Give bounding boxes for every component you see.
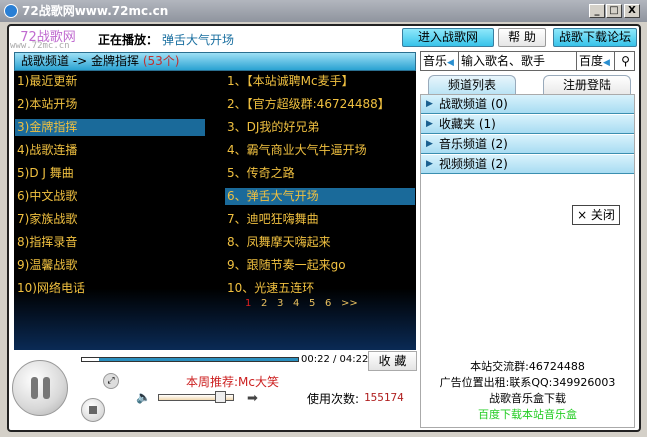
close-button[interactable]: X bbox=[624, 4, 640, 18]
help-button[interactable]: 帮 助 bbox=[498, 28, 546, 47]
category-item[interactable]: 2)本站开场 bbox=[15, 96, 205, 113]
usage-count: 155174 bbox=[364, 391, 404, 404]
expand-arrow-icon: ▶ bbox=[426, 139, 433, 149]
song-item[interactable]: 10、光速五连环 bbox=[225, 280, 415, 297]
download-link[interactable]: 百度下载本站音乐盒 bbox=[420, 406, 635, 422]
channel-label: 音乐频道 (2) bbox=[439, 137, 508, 151]
volume-icon[interactable]: 🔈 bbox=[136, 390, 151, 404]
logo-url: www.72mc.cn bbox=[10, 41, 70, 51]
page-link[interactable]: >> bbox=[341, 298, 358, 309]
page-link[interactable]: 5 bbox=[309, 298, 315, 309]
search-input[interactable]: 输入歌名、歌手 bbox=[459, 52, 577, 70]
now-playing-song: 弹舌大气开场 bbox=[162, 33, 235, 47]
song-item[interactable]: 1、【本站诚聘Mc麦手】 bbox=[225, 73, 415, 90]
next-arrow-icon[interactable]: ➡ bbox=[247, 391, 258, 406]
category-item[interactable]: 6)中文战歌 bbox=[15, 188, 205, 205]
search-bar: 音乐◀ 输入歌名、歌手 百度◀ ⚲ bbox=[420, 51, 635, 71]
progress-fill bbox=[82, 358, 100, 361]
now-playing-label: 正在播放： bbox=[98, 33, 159, 47]
category-item[interactable]: 7)家族战歌 bbox=[15, 211, 205, 228]
channel-item[interactable]: ▶ 音乐频道 (2) bbox=[421, 135, 634, 154]
song-item[interactable]: 5、传奇之路 bbox=[225, 165, 415, 182]
channel-item[interactable]: ▶ 视频频道 (2) bbox=[421, 155, 634, 174]
expand-arrow-icon: ▶ bbox=[426, 119, 433, 129]
channel-label: 视频频道 (2) bbox=[439, 157, 508, 171]
list-header: 战歌频道 -> 金牌指挥 (53个) bbox=[14, 52, 416, 71]
usage-label: 使用次数: bbox=[307, 392, 360, 406]
volume-handle[interactable] bbox=[215, 391, 227, 403]
category-item[interactable]: 5)D J 舞曲 bbox=[15, 165, 205, 182]
weekly-recommend[interactable]: 本周推荐:Mc大笑 bbox=[186, 373, 279, 390]
search-icon[interactable]: ⚲ bbox=[615, 52, 634, 70]
progress-bar[interactable] bbox=[81, 357, 299, 362]
search-type-select[interactable]: 音乐◀ bbox=[421, 52, 459, 70]
forum-button[interactable]: 战歌下载论坛 bbox=[553, 28, 637, 47]
tab-channel-list[interactable]: 频道列表 bbox=[428, 75, 516, 95]
tab-register-login[interactable]: 注册登陆 bbox=[543, 75, 631, 95]
maximize-button[interactable]: □ bbox=[606, 4, 622, 18]
category-item[interactable]: 10)网络电话 bbox=[15, 280, 205, 297]
page-link[interactable]: 1 bbox=[245, 298, 251, 309]
page-link[interactable]: 4 bbox=[293, 298, 299, 309]
channel-item[interactable]: ▶ 收藏夹 (1) bbox=[421, 115, 634, 134]
category-item[interactable]: 3)金牌指挥 bbox=[15, 119, 205, 136]
page-link[interactable]: 2 bbox=[261, 298, 267, 309]
song-item[interactable]: 3、DJ我的好兄弟 bbox=[225, 119, 415, 136]
expand-arrow-icon: ▶ bbox=[426, 159, 433, 169]
time-display: 00:22 / 04:22 bbox=[301, 354, 369, 365]
category-item[interactable]: 1)最近更新 bbox=[15, 73, 205, 90]
breadcrumb: 战歌频道 -> 金牌指挥 bbox=[21, 54, 140, 68]
channel-label: 收藏夹 (1) bbox=[439, 117, 496, 131]
song-item[interactable]: 2、【官方超级群:46724488】 bbox=[225, 96, 415, 113]
download-title: 战歌音乐盒下载 bbox=[489, 392, 566, 405]
pause-button[interactable] bbox=[12, 360, 68, 416]
song-count: (53个) bbox=[142, 54, 180, 68]
stop-button[interactable] bbox=[81, 398, 105, 422]
page-link[interactable]: 6 bbox=[325, 298, 331, 309]
page-link[interactable]: 3 bbox=[277, 298, 283, 309]
channel-item[interactable]: ▶ 战歌频道 (0) bbox=[421, 95, 634, 114]
song-item[interactable]: 7、迪吧狂嗨舞曲 bbox=[225, 211, 415, 228]
song-item[interactable]: 4、霸气商业大气牛逼开场 bbox=[225, 142, 415, 159]
expand-arrow-icon: ▶ bbox=[426, 99, 433, 109]
song-item[interactable]: 9、跟随节奏一起来go bbox=[225, 257, 415, 274]
channel-label: 战歌频道 (0) bbox=[439, 97, 508, 111]
category-item[interactable]: 4)战歌连播 bbox=[15, 142, 205, 159]
fullscreen-icon[interactable]: ⤢ bbox=[103, 373, 119, 389]
close-panel-button[interactable]: × 关闭 bbox=[572, 205, 620, 225]
minimize-button[interactable]: _ bbox=[589, 4, 605, 18]
song-item[interactable]: 8、凤舞摩天嗨起来 bbox=[225, 234, 415, 251]
ad-text: 广告位置出租:联系QQ:349926003 bbox=[439, 376, 616, 389]
enter-site-button[interactable]: 进入战歌网 bbox=[402, 28, 494, 47]
song-item[interactable]: 6、弹舌大气开场 bbox=[225, 188, 415, 205]
qq-group-text: 本站交流群:46724488 bbox=[470, 360, 585, 373]
category-item[interactable]: 9)温馨战歌 bbox=[15, 257, 205, 274]
category-item[interactable]: 8)指挥录音 bbox=[15, 234, 205, 251]
favorite-button[interactable]: 收 藏 bbox=[368, 351, 417, 371]
app-icon bbox=[4, 4, 18, 18]
search-engine-select[interactable]: 百度◀ bbox=[577, 52, 615, 70]
title-bar: 72战歌网www.72mc.cn bbox=[0, 0, 647, 22]
